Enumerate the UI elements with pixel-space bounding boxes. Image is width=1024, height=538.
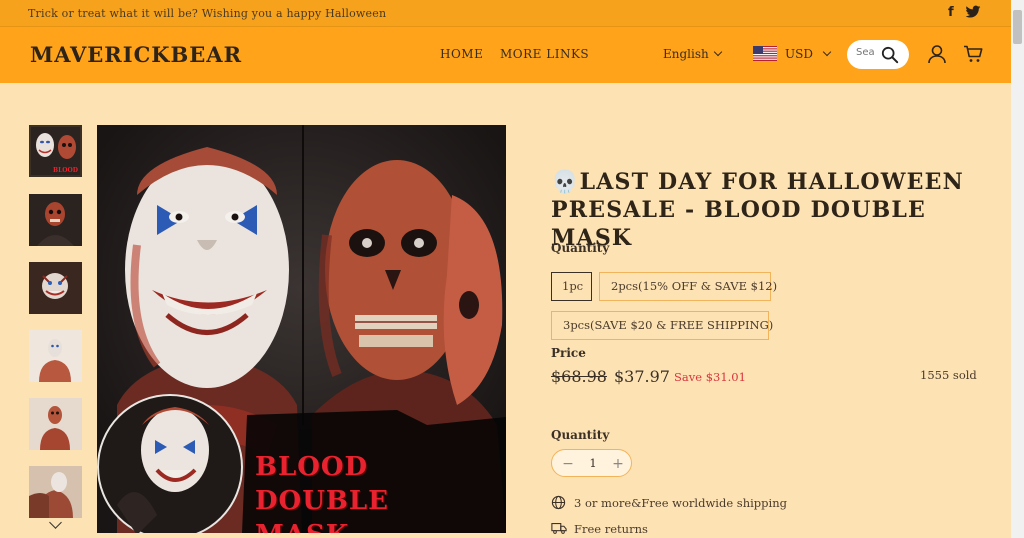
save-amount: Save $31.01	[674, 370, 746, 384]
option-3pcs[interactable]: 3pcs(SAVE $20 & FREE SHIPPING)	[551, 311, 773, 340]
thumbnail-5[interactable]	[29, 398, 82, 450]
sold-count: 1555 sold	[920, 368, 977, 382]
quantity-stepper: − 1 +	[551, 449, 632, 477]
price-label: Price	[551, 346, 586, 360]
truck-icon	[551, 523, 567, 534]
search-icon[interactable]	[881, 46, 899, 64]
cart-icon[interactable]	[963, 45, 983, 63]
nav-more-links[interactable]: MORE LINKS	[500, 47, 589, 61]
thumbnail-4[interactable]	[29, 330, 82, 382]
option-2pcs[interactable]: 2pcs(15% OFF & SAVE $12)	[599, 272, 777, 301]
globe-icon	[551, 495, 566, 510]
main-product-image[interactable]: BLOOD DOUBLE MASK	[97, 125, 506, 533]
chevron-down-icon	[822, 47, 832, 57]
announcement-bar: Trick or treat what it will be? Wishing …	[0, 0, 1011, 26]
site-header: MAVERICKBEAR HOME MORE LINKS English USD	[0, 26, 1011, 83]
page-scrollbar[interactable]	[1011, 0, 1024, 538]
thumbnail-2[interactable]	[29, 194, 82, 246]
chevron-down-icon[interactable]	[49, 516, 62, 529]
feature-shipping-text: 3 or more&Free worldwide shipping	[574, 496, 787, 510]
increase-quantity-button[interactable]: +	[609, 455, 627, 473]
search-box[interactable]	[847, 40, 909, 69]
svg-text:BLOOD: BLOOD	[53, 167, 78, 174]
thumbnail-6[interactable]	[29, 466, 82, 518]
announcement-text: Trick or treat what it will be? Wishing …	[28, 7, 387, 20]
product-title: 💀LAST DAY FOR HALLOWEEN PRESALE - BLOOD …	[551, 169, 964, 251]
decrease-quantity-button[interactable]: −	[559, 455, 577, 473]
nav-home[interactable]: HOME	[440, 47, 483, 61]
site-logo[interactable]: MAVERICKBEAR	[30, 42, 242, 67]
original-price: $68.98	[551, 367, 607, 386]
user-icon[interactable]	[927, 44, 947, 64]
twitter-icon[interactable]	[965, 4, 981, 20]
banner-line-2: MASK	[255, 518, 506, 533]
language-label: English	[663, 47, 709, 61]
quantity-label: Quantity	[551, 241, 610, 255]
sale-price: $37.97	[614, 367, 670, 386]
us-flag-icon	[753, 46, 777, 61]
feature-returns-text: Free returns	[574, 522, 648, 536]
currency-label: USD	[785, 47, 813, 61]
scrollbar-thumb[interactable]	[1013, 10, 1022, 44]
quantity-label-2: Quantity	[551, 428, 610, 442]
currency-selector[interactable]: USD	[785, 47, 832, 61]
quantity-value[interactable]: 1	[587, 456, 599, 470]
facebook-icon[interactable]: f	[948, 5, 954, 20]
search-input[interactable]	[856, 47, 874, 58]
chevron-down-icon	[713, 47, 722, 57]
option-1pc[interactable]: 1pc	[551, 272, 592, 301]
banner-line-1: BLOOD DOUBLE	[255, 452, 389, 516]
language-selector[interactable]: English	[663, 47, 722, 61]
thumbnail-3[interactable]	[29, 262, 82, 314]
thumbnail-1[interactable]: BLOOD	[29, 125, 82, 177]
main-image-banner: BLOOD DOUBLE MASK	[255, 450, 506, 533]
